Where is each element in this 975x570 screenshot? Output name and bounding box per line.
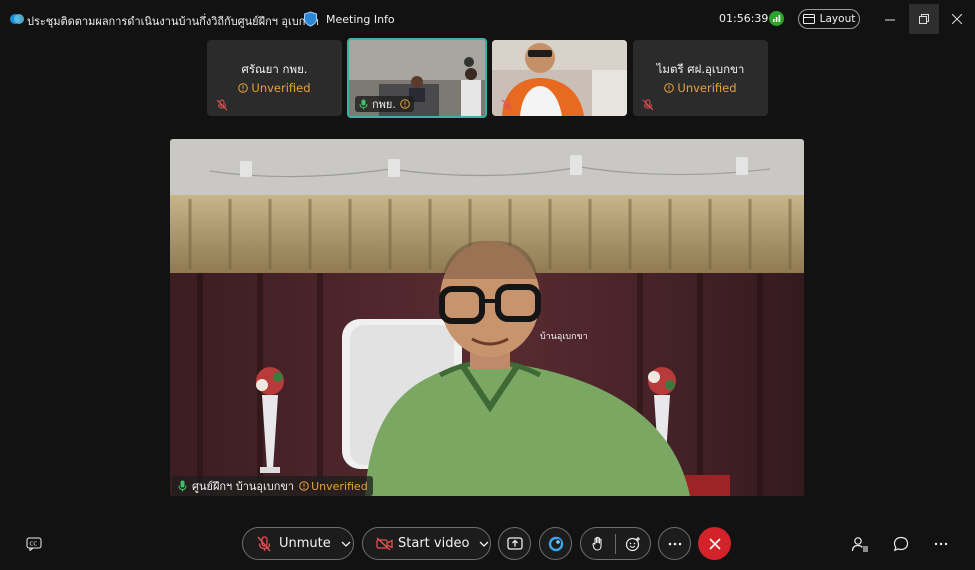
raise-hand-icon (592, 536, 602, 551)
chat-icon (893, 536, 909, 552)
mic-muted-icon (257, 535, 271, 551)
participant-tile-active[interactable]: กพย. (347, 38, 487, 118)
unverified-status: Unverified (633, 81, 768, 95)
status-text: Unverified (677, 81, 737, 95)
warning-circle-icon (299, 480, 309, 491)
meeting-title: ประชุมติดตามผลการดำเนินงานบ้านกึ่งวิถีกั… (27, 15, 320, 28)
close-icon (708, 537, 721, 550)
speaker-label: ศูนย์ฝึกฯ บ้านอุเบกขา Unverified (172, 476, 373, 496)
participant-name: กพย. (372, 98, 396, 111)
minimize-button[interactable] (875, 4, 905, 34)
unmute-label: Unmute (279, 536, 331, 551)
restore-icon (919, 14, 929, 24)
start-video-label: Start video (398, 536, 470, 551)
network-signal-icon[interactable] (769, 11, 784, 26)
video-off-icon (376, 536, 393, 551)
more-horizontal-icon (934, 542, 948, 546)
meeting-timer: 01:56:39 (719, 12, 769, 25)
mic-active-icon (359, 99, 368, 109)
mic-muted-icon (216, 99, 228, 111)
warning-circle-icon (400, 99, 410, 109)
participant-name: ศรัณยา กพย. (241, 62, 308, 76)
layout-icon (802, 14, 815, 24)
chair-label: บ้านอุเบกขา (540, 331, 588, 342)
mic-muted-icon (501, 99, 513, 111)
participant-tile[interactable] (492, 40, 627, 116)
restore-button[interactable] (909, 4, 939, 34)
webex-logo-icon (10, 14, 24, 24)
shield-icon[interactable] (303, 11, 318, 27)
participant-label: กพย. (355, 96, 414, 112)
title-bar: ประชุมติดตามผลการดำเนินงานบ้านกึ่งวิถีกั… (0, 0, 975, 38)
share-screen-button[interactable] (498, 527, 531, 560)
mic-active-icon (178, 480, 187, 492)
leave-meeting-button[interactable] (698, 527, 731, 560)
minimize-icon (885, 19, 895, 21)
participant-tile[interactable]: ศรัณยา กพย. Unverified (207, 40, 342, 116)
more-options-button[interactable] (658, 527, 691, 560)
speaker-video: บ้านอุเบกขา (170, 139, 804, 496)
unmute-button[interactable]: Unmute (242, 527, 354, 560)
more-horizontal-icon (668, 542, 681, 545)
share-screen-icon (506, 536, 523, 550)
unverified-status: Unverified (207, 81, 342, 95)
participant-name: ไมตรี ศฝ.อุเบกขา (656, 62, 745, 76)
reactions-button[interactable] (616, 528, 650, 559)
close-window-button[interactable] (942, 4, 972, 34)
layout-button[interactable]: Layout (798, 9, 860, 29)
chevron-down-icon[interactable] (479, 541, 489, 547)
status-text: Unverified (311, 479, 368, 493)
layout-label: Layout (819, 13, 856, 25)
participants-icon (851, 537, 868, 552)
reactions-group (580, 527, 651, 560)
main-video[interactable]: บ้านอุเบกขา (170, 139, 804, 496)
mic-muted-icon (642, 99, 654, 111)
warning-circle-icon (664, 83, 675, 93)
close-icon (952, 14, 962, 24)
raise-hand-button[interactable] (581, 528, 615, 559)
closed-captions-icon: CC (26, 537, 42, 551)
participant-tile[interactable]: ไมตรี ศฝ.อุเบกขา Unverified (633, 40, 768, 116)
status-text: Unverified (251, 81, 311, 95)
ai-assistant-icon (548, 536, 563, 551)
svg-text:CC: CC (30, 542, 38, 548)
warning-circle-icon (238, 83, 249, 93)
emoji-add-icon (625, 536, 640, 551)
meeting-info-link[interactable]: Meeting Info (326, 13, 395, 26)
start-video-button[interactable]: Start video (362, 527, 491, 560)
unverified-status: Unverified (299, 480, 368, 493)
speaker-name: ศูนย์ฝึกฯ บ้านอุเบกขา (192, 480, 295, 493)
chevron-down-icon[interactable] (341, 541, 351, 547)
chat-button[interactable] (891, 534, 911, 554)
ai-assistant-button[interactable] (539, 527, 572, 560)
more-panels-button[interactable] (931, 534, 951, 554)
participants-button[interactable] (850, 534, 870, 554)
captions-button[interactable]: CC (24, 534, 44, 554)
